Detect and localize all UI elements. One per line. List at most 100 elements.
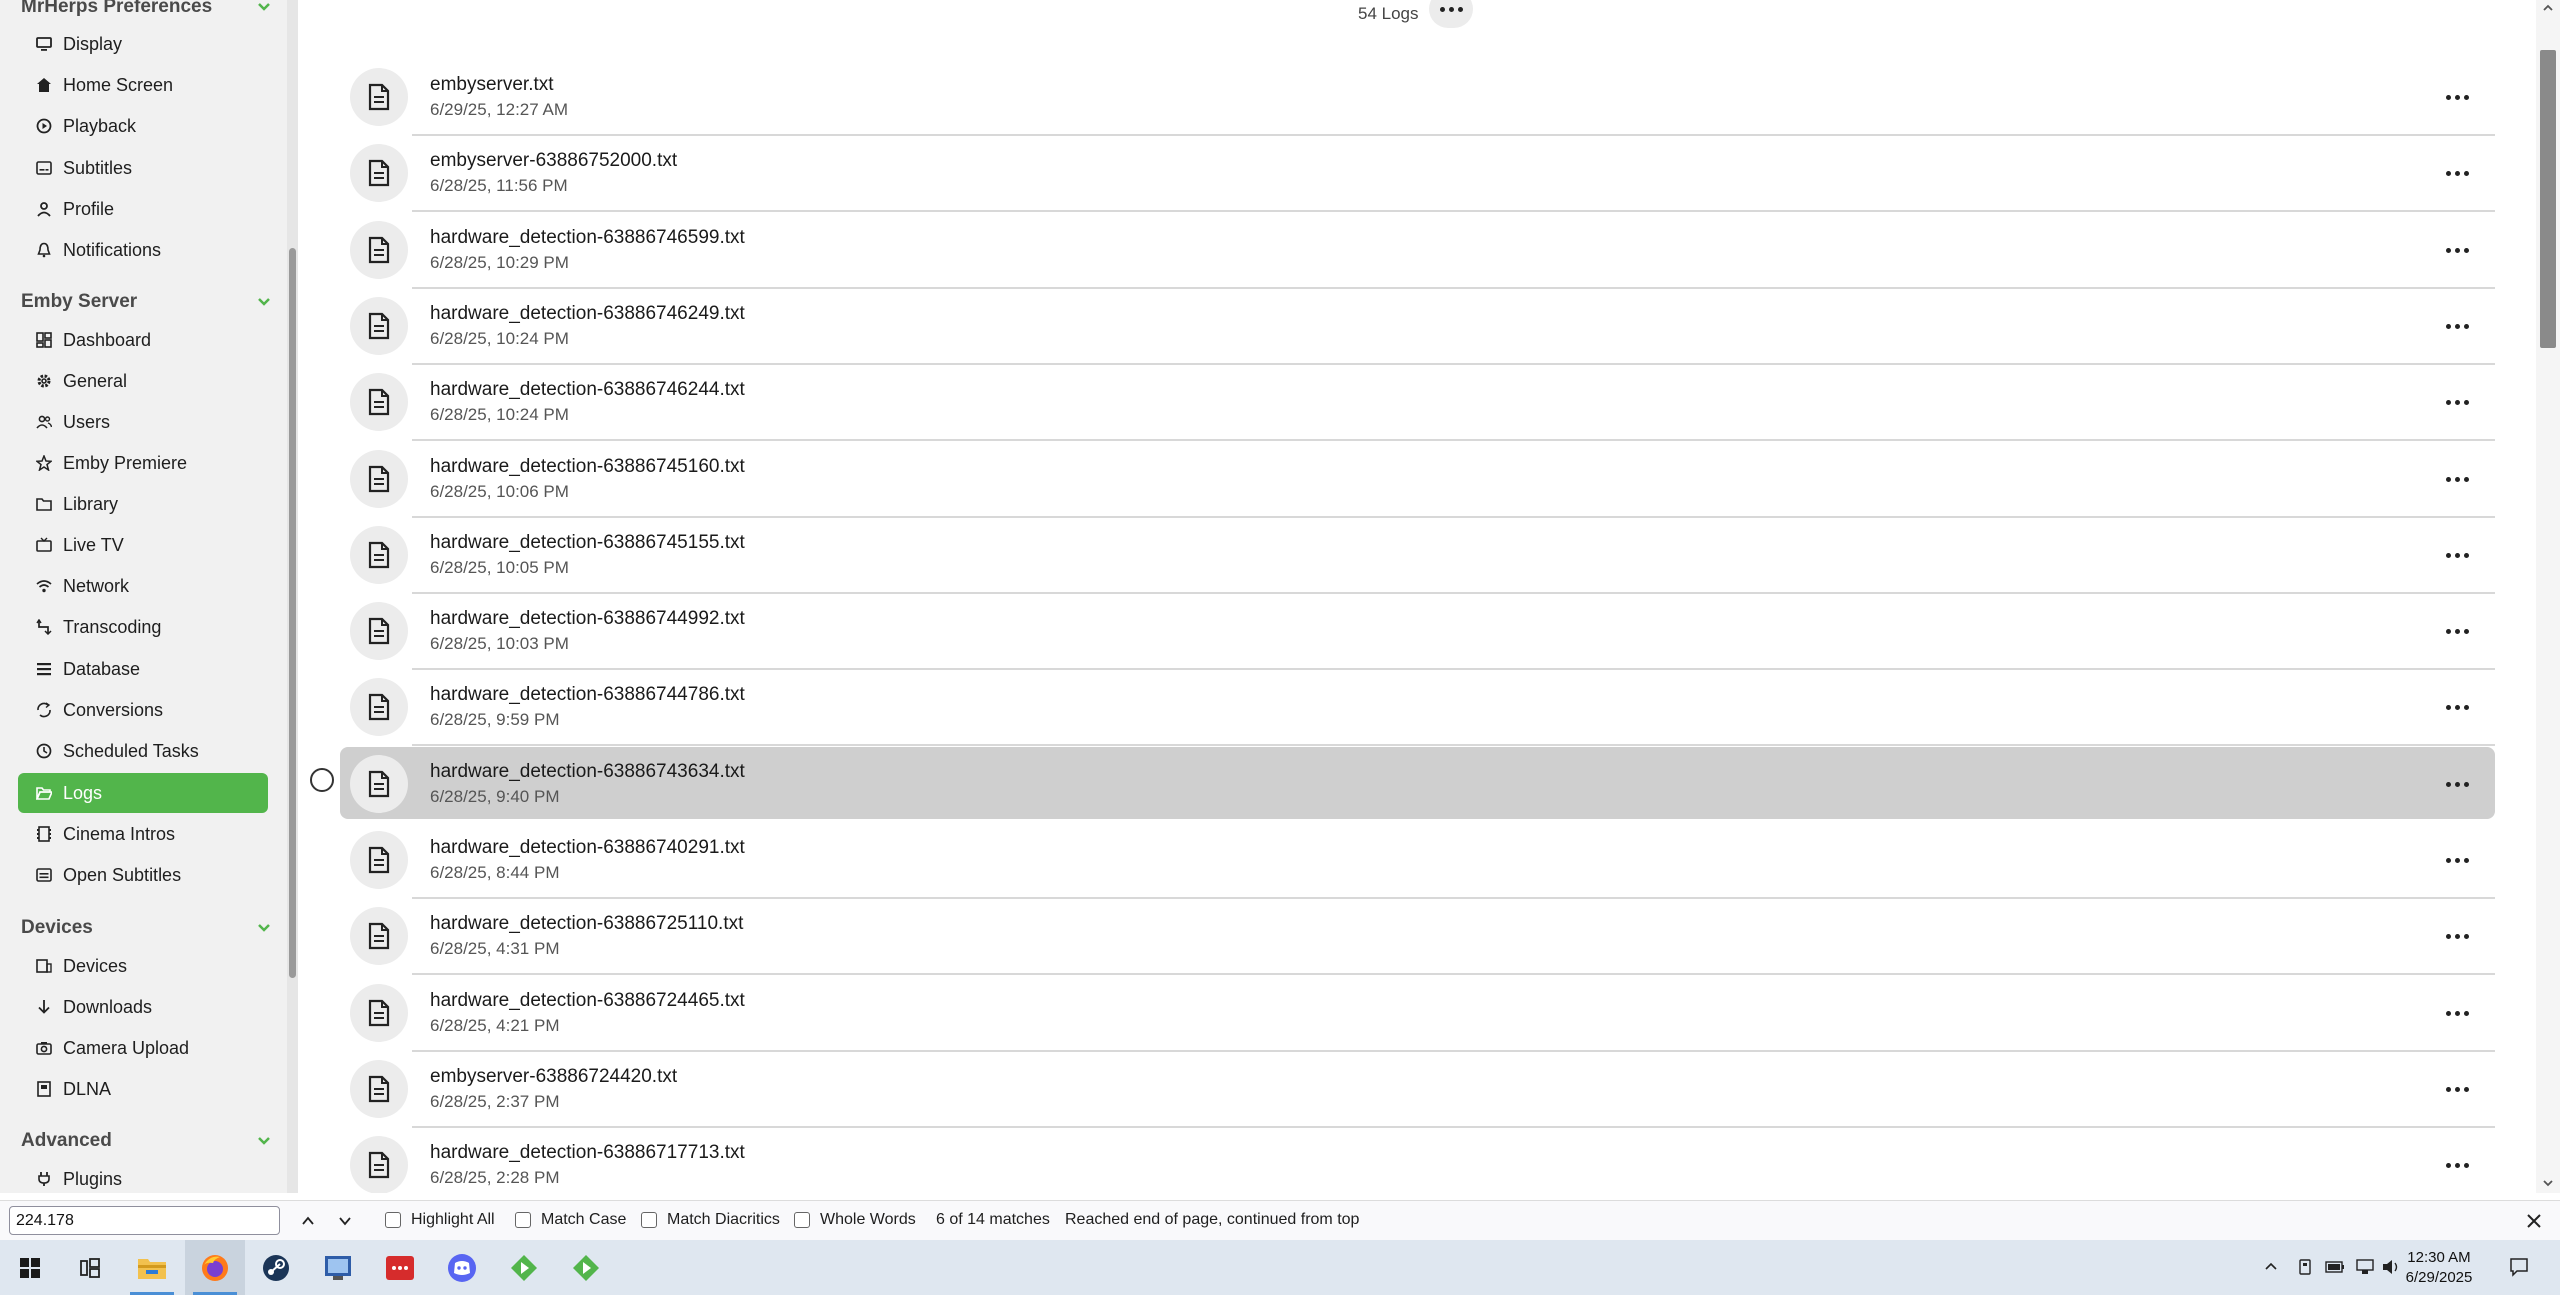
- taskbar-firefox[interactable]: [185, 1240, 245, 1295]
- row-select-checkbox[interactable]: [310, 768, 334, 792]
- sidebar-item-live-tv[interactable]: Live TV: [18, 525, 268, 565]
- row-more-button[interactable]: [2437, 158, 2477, 188]
- sidebar-item-profile[interactable]: Profile: [18, 189, 268, 229]
- sidebar-item-scheduled-tasks[interactable]: Scheduled Tasks: [18, 731, 268, 771]
- log-row[interactable]: hardware_detection-63886724465.txt 6/28/2…: [340, 976, 2495, 1052]
- row-more-button[interactable]: [2437, 540, 2477, 570]
- checkbox-box[interactable]: [794, 1212, 810, 1228]
- log-row[interactable]: hardware_detection-63886744786.txt 6/28/2…: [340, 670, 2495, 746]
- page-scrollbar-thumb[interactable]: [2540, 50, 2556, 348]
- sidebar-item-cinema-intros[interactable]: Cinema Intros: [18, 814, 268, 854]
- chevron-down-icon[interactable]: [257, 1134, 271, 1148]
- row-more-button[interactable]: [2437, 82, 2477, 112]
- row-more-button[interactable]: [2437, 464, 2477, 494]
- sidebar-item-camera-upload[interactable]: Camera Upload: [18, 1028, 268, 1068]
- log-file-name[interactable]: embyserver-63886752000.txt: [430, 150, 677, 172]
- log-file-name[interactable]: hardware_detection-63886746249.txt: [430, 303, 745, 325]
- log-row[interactable]: embyserver-63886724420.txt 6/28/25, 2:37 …: [340, 1052, 2495, 1128]
- match-case-checkbox[interactable]: Match Case: [515, 1211, 626, 1229]
- taskbar-red-app[interactable]: [370, 1240, 430, 1295]
- log-file-name[interactable]: hardware_detection-63886740291.txt: [430, 837, 745, 859]
- log-row[interactable]: hardware_detection-63886744992.txt 6/28/2…: [340, 594, 2495, 670]
- scroll-up-arrow-icon[interactable]: [2542, 2, 2554, 14]
- sidebar-item-notifications[interactable]: Notifications: [18, 230, 268, 270]
- sidebar-item-conversions[interactable]: Conversions: [18, 690, 268, 730]
- sidebar-item-logs[interactable]: Logs: [18, 773, 268, 813]
- log-row[interactable]: embyserver-63886752000.txt 6/28/25, 11:56…: [340, 136, 2495, 212]
- row-more-button[interactable]: [2437, 235, 2477, 265]
- row-more-button[interactable]: [2437, 1074, 2477, 1104]
- find-input[interactable]: [9, 1206, 280, 1235]
- log-file-name[interactable]: hardware_detection-63886745155.txt: [430, 532, 745, 554]
- sidebar-item-network[interactable]: Network: [18, 566, 268, 606]
- close-icon[interactable]: [2522, 1209, 2546, 1233]
- match-diacritics-checkbox[interactable]: Match Diacritics: [641, 1211, 780, 1229]
- sidebar-item-emby-premiere[interactable]: Emby Premiere: [18, 443, 268, 483]
- log-row[interactable]: hardware_detection-63886740291.txt 6/28/2…: [340, 823, 2495, 899]
- sidebar-item-users[interactable]: Users: [18, 402, 268, 442]
- page-scrollbar[interactable]: [2536, 0, 2560, 1193]
- row-more-button[interactable]: [2437, 311, 2477, 341]
- taskbar-app[interactable]: [308, 1240, 368, 1295]
- whole-words-checkbox[interactable]: Whole Words: [794, 1211, 916, 1229]
- row-more-button[interactable]: [2437, 921, 2477, 951]
- log-row[interactable]: hardware_detection-63886725110.txt 6/28/2…: [340, 899, 2495, 975]
- row-more-button[interactable]: [2437, 616, 2477, 646]
- sidebar-item-database[interactable]: Database: [18, 649, 268, 689]
- log-file-name[interactable]: hardware_detection-63886744786.txt: [430, 684, 745, 706]
- sidebar-item-dlna[interactable]: DLNA: [18, 1069, 268, 1109]
- header-more-button[interactable]: [1429, 0, 1473, 28]
- find-previous-button[interactable]: [296, 1209, 320, 1233]
- log-row[interactable]: hardware_detection-63886743634.txt 6/28/2…: [340, 747, 2495, 819]
- notification-center-button[interactable]: [2508, 1256, 2530, 1278]
- checkbox-box[interactable]: [515, 1212, 531, 1228]
- log-file-name[interactable]: hardware_detection-63886743634.txt: [430, 761, 745, 783]
- section-mrherps-preferences[interactable]: MrHerps Preferences: [21, 0, 271, 21]
- row-more-button[interactable]: [2437, 1150, 2477, 1180]
- taskbar-file-explorer[interactable]: [122, 1240, 182, 1295]
- chevron-down-icon[interactable]: [257, 921, 271, 935]
- log-row[interactable]: hardware_detection-63886745155.txt 6/28/2…: [340, 518, 2495, 594]
- row-more-button[interactable]: [2437, 998, 2477, 1028]
- taskbar-green-play-2[interactable]: [556, 1240, 616, 1295]
- row-more-button[interactable]: [2437, 387, 2477, 417]
- sidebar-item-plugins[interactable]: Plugins: [18, 1159, 268, 1193]
- windows-start-button[interactable]: [0, 1240, 60, 1295]
- sidebar-item-playback[interactable]: Playback: [18, 106, 268, 146]
- log-row[interactable]: embyserver.txt 6/29/25, 12:27 AM: [340, 60, 2495, 136]
- log-row[interactable]: hardware_detection-63886746599.txt 6/28/2…: [340, 213, 2495, 289]
- task-view-button[interactable]: [60, 1240, 120, 1295]
- log-file-name[interactable]: hardware_detection-63886745160.txt: [430, 456, 745, 478]
- log-row[interactable]: hardware_detection-63886717713.txt 6/28/2…: [340, 1128, 2495, 1193]
- sidebar-scrollbar[interactable]: [287, 0, 298, 1193]
- taskbar-green-play[interactable]: [494, 1240, 554, 1295]
- log-row[interactable]: hardware_detection-63886746244.txt 6/28/2…: [340, 365, 2495, 441]
- sidebar-item-general[interactable]: General: [18, 361, 268, 401]
- log-file-name[interactable]: hardware_detection-63886744992.txt: [430, 608, 745, 630]
- checkbox-box[interactable]: [385, 1212, 401, 1228]
- highlight-all-checkbox[interactable]: Highlight All: [385, 1211, 495, 1229]
- log-file-name[interactable]: hardware_detection-63886717713.txt: [430, 1142, 745, 1164]
- sidebar-item-subtitles[interactable]: Subtitles: [18, 148, 268, 188]
- tray-device-button[interactable]: [2294, 1256, 2316, 1278]
- section-devices[interactable]: Devices: [21, 914, 271, 942]
- sidebar-item-display[interactable]: Display: [18, 24, 268, 64]
- section-advanced[interactable]: Advanced: [21, 1127, 271, 1155]
- scroll-down-arrow-icon[interactable]: [2542, 1177, 2554, 1189]
- chevron-down-icon[interactable]: [257, 295, 271, 309]
- sidebar-item-dashboard[interactable]: Dashboard: [18, 320, 268, 360]
- sidebar-item-open-subtitles[interactable]: Open Subtitles: [18, 855, 268, 895]
- log-row[interactable]: hardware_detection-63886746249.txt 6/28/2…: [340, 289, 2495, 365]
- log-file-name[interactable]: embyserver.txt: [430, 74, 554, 96]
- log-row[interactable]: hardware_detection-63886745160.txt 6/28/2…: [340, 442, 2495, 518]
- tray-battery-button[interactable]: [2324, 1256, 2346, 1278]
- sidebar-item-devices[interactable]: Devices: [18, 946, 268, 986]
- sidebar-item-home-screen[interactable]: Home Screen: [18, 65, 268, 105]
- row-more-button[interactable]: [2437, 845, 2477, 875]
- find-next-button[interactable]: [333, 1209, 357, 1233]
- log-file-name[interactable]: hardware_detection-63886724465.txt: [430, 990, 745, 1012]
- log-file-name[interactable]: embyserver-63886724420.txt: [430, 1066, 677, 1088]
- taskbar-steam[interactable]: [246, 1240, 306, 1295]
- sidebar-item-downloads[interactable]: Downloads: [18, 987, 268, 1027]
- row-more-button[interactable]: [2437, 769, 2477, 799]
